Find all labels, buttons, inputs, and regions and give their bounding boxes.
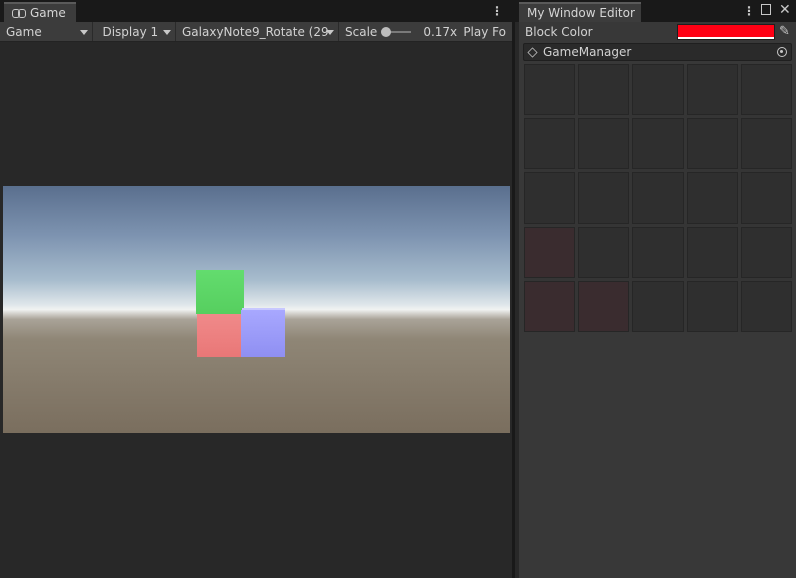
grid-cell[interactable]	[632, 64, 684, 116]
block-color-row: Block Color ✎	[519, 22, 796, 42]
scale-value: 0.17x	[423, 24, 458, 39]
game-viewport[interactable]	[3, 186, 510, 433]
play-focus-dropdown[interactable]: Play Fo	[457, 22, 512, 41]
grid-cell[interactable]	[524, 172, 576, 224]
grid-cell[interactable]	[524, 226, 576, 278]
grid-cell[interactable]	[524, 64, 576, 116]
object-picker-icon[interactable]	[777, 47, 787, 57]
block-color-label: Block Color	[525, 25, 593, 39]
resolution-dropdown-label: GalaxyNote9_Rotate (296	[182, 24, 328, 39]
grid-cell[interactable]	[740, 64, 792, 116]
game-toolbar: Game Display 1 GalaxyNote9_Rotate (296 S…	[0, 22, 512, 42]
more-vert-icon[interactable]: ⋮	[491, 3, 503, 19]
grid-cell[interactable]	[632, 118, 684, 170]
close-icon[interactable]: ✕	[779, 1, 791, 19]
view-dropdown-label: Game	[6, 24, 42, 39]
block-color-field[interactable]	[677, 24, 775, 40]
maximize-icon[interactable]	[761, 4, 771, 15]
play-focus-label: Play Fo	[463, 24, 506, 39]
editor-body: Block Color ✎ GameManager	[519, 22, 796, 578]
green-block	[196, 270, 244, 314]
grid-cell[interactable]	[686, 226, 738, 278]
grid-cell[interactable]	[686, 280, 738, 332]
red-block	[197, 314, 242, 357]
grid-cell[interactable]	[578, 226, 630, 278]
my-window-editor-panel: My Window Editor ⋮ ✕ Block Color ✎ GameM…	[515, 0, 796, 578]
game-tab-strip: Game ⋮	[0, 0, 512, 22]
grid-cell[interactable]	[740, 280, 792, 332]
chevron-down-icon	[80, 29, 89, 35]
tab-my-window-editor-label: My Window Editor	[527, 6, 635, 20]
grid-cell[interactable]	[686, 172, 738, 224]
chevron-down-icon	[326, 29, 335, 35]
grid-cell[interactable]	[578, 172, 630, 224]
grid-cell[interactable]	[740, 118, 792, 170]
grid-cell[interactable]	[524, 118, 576, 170]
grid-cell[interactable]	[686, 118, 738, 170]
tab-game-label: Game	[30, 6, 66, 20]
game-panel: Game ⋮ Game Display 1 GalaxyNote9_Rotate…	[0, 0, 512, 578]
grid-cell[interactable]	[524, 280, 576, 332]
grid-cell[interactable]	[578, 118, 630, 170]
grid-cell[interactable]	[578, 280, 630, 332]
display-dropdown-label: Display 1	[102, 24, 159, 39]
block-grid	[524, 64, 792, 332]
display-dropdown[interactable]: Display 1	[96, 22, 176, 41]
scale-control: Scale 0.17x	[339, 22, 458, 41]
scale-label: Scale	[345, 24, 378, 39]
scale-slider[interactable]	[381, 26, 412, 37]
more-vert-icon[interactable]: ⋮	[743, 3, 755, 19]
grid-cell[interactable]	[632, 172, 684, 224]
unity-editor: Game ⋮ Game Display 1 GalaxyNote9_Rotate…	[0, 0, 796, 578]
gameobject-cube-icon	[527, 46, 538, 58]
gamemanager-object-field[interactable]: GameManager	[523, 43, 792, 61]
grid-cell[interactable]	[632, 280, 684, 332]
blue-block	[241, 310, 285, 357]
object-field-value: GameManager	[543, 45, 632, 59]
view-dropdown[interactable]: Game	[0, 22, 94, 41]
resolution-dropdown[interactable]: GalaxyNote9_Rotate (296	[176, 22, 340, 41]
tab-my-window-editor[interactable]: My Window Editor	[519, 2, 641, 22]
grid-cell[interactable]	[578, 64, 630, 116]
chevron-down-icon	[163, 29, 171, 35]
grid-cell[interactable]	[632, 226, 684, 278]
gamepad-icon	[12, 9, 26, 18]
grid-cell[interactable]	[740, 172, 792, 224]
grid-cell[interactable]	[740, 226, 792, 278]
tab-game[interactable]: Game	[4, 2, 76, 22]
scale-slider-knob[interactable]	[381, 26, 392, 37]
grid-cell[interactable]	[686, 64, 738, 116]
eyedropper-icon[interactable]: ✎	[779, 24, 793, 40]
editor-tab-strip: My Window Editor ⋮ ✕	[515, 0, 796, 22]
